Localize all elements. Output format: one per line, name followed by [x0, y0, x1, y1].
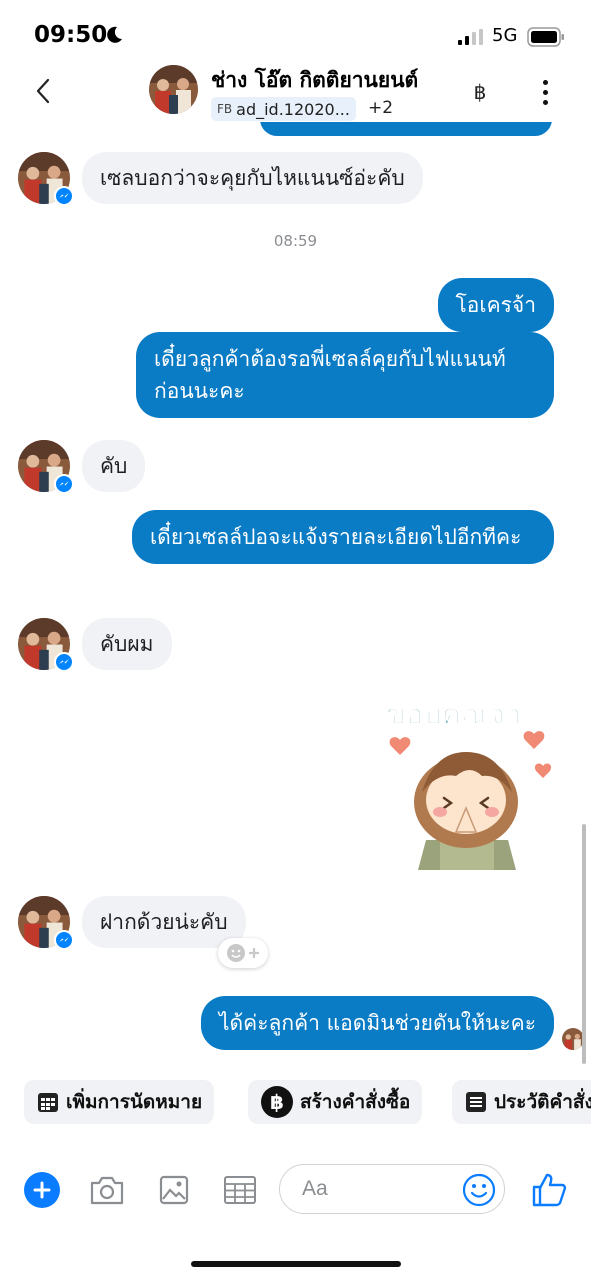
- svg-text:฿: ฿: [270, 1090, 284, 1114]
- emoji-icon[interactable]: [462, 1173, 496, 1207]
- status-bar: 09:50 5G: [0, 0, 591, 62]
- network-label: 5G: [492, 25, 518, 46]
- plus-icon: [33, 1181, 51, 1199]
- back-button[interactable]: [28, 74, 58, 108]
- camera-icon: [90, 1176, 124, 1205]
- sender-avatar[interactable]: [18, 152, 74, 206]
- order-history-button[interactable]: ประวัติคำสั่งซื้อ: [452, 1080, 591, 1124]
- moon-icon: [107, 26, 122, 43]
- profile-photo: [149, 65, 198, 114]
- quick-action-label: สร้างคำสั่งซื้อ: [300, 1091, 411, 1113]
- quick-action-label: เพิ่มการนัดหมาย: [66, 1091, 203, 1113]
- thank-you-sticker[interactable]: ขอบคุณจ้า: [378, 690, 556, 870]
- message-input-box[interactable]: [279, 1164, 505, 1214]
- status-time: 09:50: [34, 22, 108, 48]
- sender-avatar[interactable]: [18, 618, 74, 672]
- message-composer: [0, 1158, 591, 1220]
- messenger-icon: [54, 474, 74, 494]
- incoming-message[interactable]: ฝากด้วยน่ะคับ: [82, 896, 246, 948]
- outgoing-message[interactable]: โอเครจ้า: [437, 278, 554, 332]
- messenger-icon: [54, 652, 74, 672]
- outgoing-message[interactable]: เดี๋ยวเซลล์ปอจะแจ้งรายละเอียดไปอีกทีคะ: [132, 510, 554, 564]
- contact-avatar[interactable]: [149, 65, 198, 114]
- image-icon: [159, 1175, 189, 1205]
- receipt-icon: [466, 1092, 486, 1112]
- outgoing-message[interactable]: เดี๋ยวลูกค้าต้องรอพี่เซลล์คุยกับไฟแนนท์ก…: [136, 332, 554, 418]
- quick-actions-bar: เพิ่มการนัดหมาย ฿ สร้างคำสั่งซื้อ ประวัต…: [0, 1078, 591, 1128]
- message-list[interactable]: เซลบอกว่าจะคุยกับไหแนนซ์อ่ะคับ 08:59 โอเ…: [0, 122, 591, 1070]
- baht-icon: ฿: [473, 80, 487, 104]
- conversation-header: ช่าง โอ๊ต กิตติยานยนต์ FB ad_id.12020...…: [0, 62, 591, 122]
- add-appointment-button[interactable]: เพิ่มการนัดหมาย: [24, 1080, 215, 1124]
- incoming-message[interactable]: เซลบอกว่าจะคุยกับไหแนนซ์อ่ะคับ: [82, 152, 423, 204]
- fb-tag: FB: [217, 102, 233, 116]
- outgoing-message[interactable]: ได้ค่ะลูกค้า แอดมินช่วยดันให้นะคะ: [200, 996, 554, 1050]
- signal-icon: [458, 29, 483, 45]
- create-order-button[interactable]: ฿ สร้างคำสั่งซื้อ: [248, 1080, 423, 1124]
- battery-icon: [527, 27, 564, 47]
- calendar-icon: [38, 1093, 58, 1112]
- baht-button[interactable]: ฿: [467, 78, 493, 106]
- messenger-icon: [54, 930, 74, 950]
- incoming-message[interactable]: คับผม: [82, 618, 172, 670]
- seen-receipt-avatar: [562, 1028, 584, 1050]
- smiley-icon: [227, 944, 245, 962]
- add-reaction-button[interactable]: [218, 938, 268, 968]
- more-options-button[interactable]: [533, 76, 557, 108]
- template-button[interactable]: [222, 1172, 258, 1208]
- message-timestamp: 08:59: [273, 232, 318, 250]
- gallery-button[interactable]: [156, 1172, 192, 1208]
- dot: [542, 79, 548, 85]
- sender-avatar[interactable]: [18, 896, 74, 950]
- sticker-caption: ขอบคุณจ้า: [386, 697, 521, 732]
- sender-avatar[interactable]: [18, 440, 74, 494]
- chevron-left-icon: [36, 78, 50, 104]
- messenger-icon: [54, 186, 74, 206]
- ad-label-chip[interactable]: FB ad_id.12020...: [211, 97, 356, 121]
- camera-button[interactable]: [89, 1172, 125, 1208]
- plus-icon: [249, 948, 259, 958]
- baht-icon: ฿: [261, 1086, 293, 1118]
- quick-action-label: ประวัติคำสั่งซื้อ: [494, 1091, 591, 1113]
- ad-id-label: ad_id.12020...: [236, 99, 350, 119]
- message-input[interactable]: [302, 1177, 452, 1201]
- table-icon: [224, 1176, 256, 1204]
- contact-name[interactable]: ช่าง โอ๊ต กิตติยานยนต์: [211, 64, 418, 97]
- dot: [542, 99, 548, 105]
- more-actions-button[interactable]: [24, 1172, 60, 1208]
- thumbs-up-icon[interactable]: [531, 1172, 567, 1208]
- more-labels-count[interactable]: +2: [368, 98, 393, 118]
- home-indicator[interactable]: [191, 1261, 401, 1267]
- incoming-message[interactable]: คับ: [82, 440, 146, 492]
- dot: [542, 89, 548, 95]
- partial-outgoing-bubble: [260, 122, 552, 136]
- scrollbar[interactable]: [582, 824, 586, 1064]
